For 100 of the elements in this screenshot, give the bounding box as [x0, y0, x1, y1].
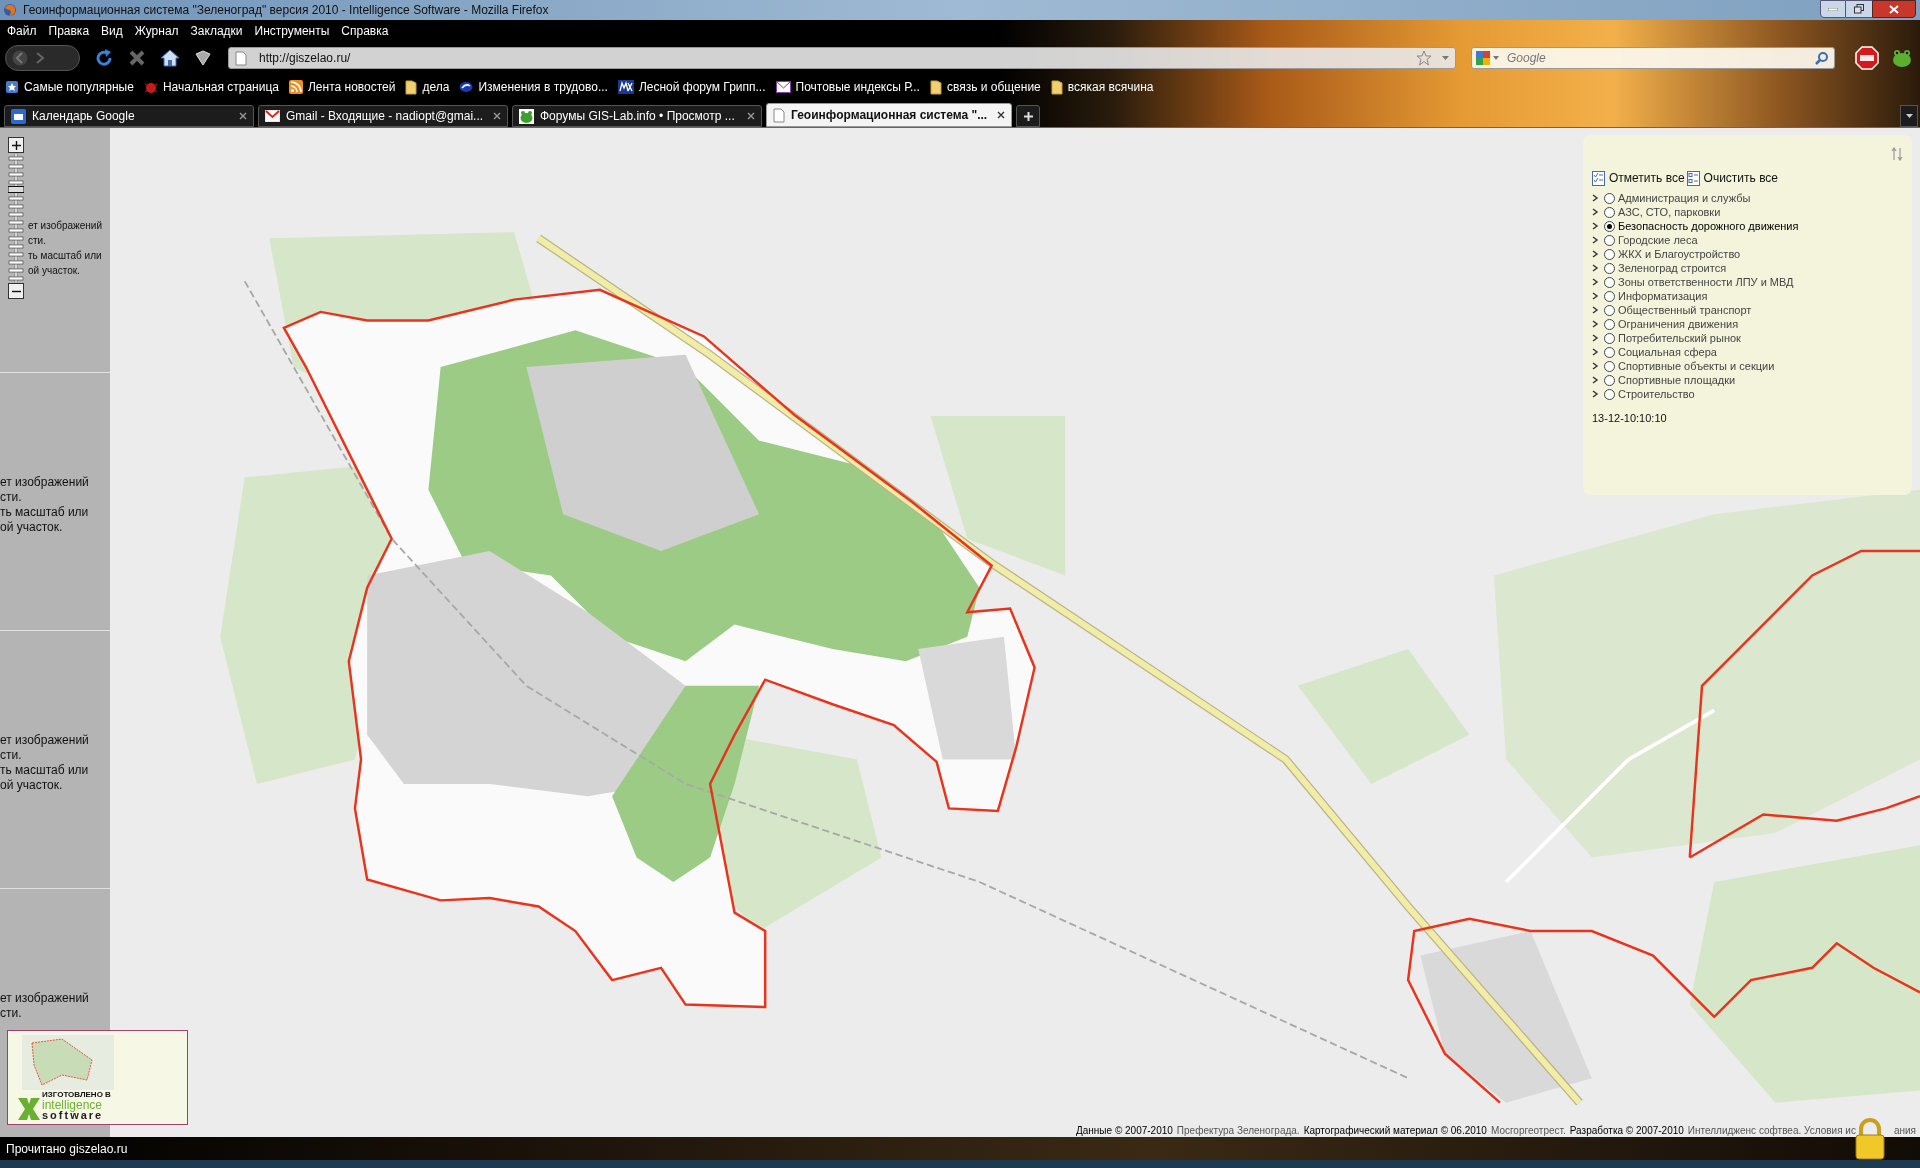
- radio-button[interactable]: [1604, 374, 1615, 386]
- tile-message-text: ть масштаб или: [0, 763, 90, 778]
- menu-item[interactable]: Правка: [48, 22, 90, 40]
- folder-icon: [1050, 79, 1063, 95]
- zoom-slider[interactable]: [8, 153, 24, 283]
- status-text: Прочитано giszelao.ru: [6, 1140, 128, 1158]
- bookmark-item[interactable]: Начальная страница: [143, 78, 279, 96]
- attribution-link[interactable]: Префектура Зеленограда.: [1176, 1123, 1300, 1138]
- page-icon: [773, 107, 785, 123]
- menu-item[interactable]: Закладки: [190, 22, 243, 40]
- padlock-icon[interactable]: [1854, 1118, 1886, 1160]
- bookmark-item[interactable]: Почтовые индексы Р...: [775, 78, 920, 96]
- menu-item[interactable]: Вид: [101, 22, 123, 40]
- browser-tab[interactable]: Gmail - Входящие - nadiopt@gmai...: [258, 105, 508, 127]
- dropdown-caret-icon[interactable]: [1493, 56, 1499, 60]
- radio-button[interactable]: [1604, 206, 1615, 218]
- attribution-link[interactable]: Интеллидженс софтвеа. Условия ис: [1687, 1123, 1856, 1138]
- radio-button[interactable]: [1604, 360, 1615, 372]
- star-icon[interactable]: [1416, 50, 1432, 66]
- zoom-in-button[interactable]: [8, 137, 24, 153]
- frog-icon: [519, 108, 534, 124]
- check-all-link[interactable]: Отметить все: [1609, 169, 1685, 187]
- tile-message-text: ет изображений: [0, 475, 90, 490]
- address-field[interactable]: http://giszelao.ru/: [228, 47, 1456, 69]
- bookmark-item[interactable]: Самые популярные: [5, 78, 134, 96]
- bookmark-item[interactable]: всякая всячина: [1050, 78, 1154, 96]
- radio-button[interactable]: [1604, 332, 1615, 344]
- restore-icon: [1854, 4, 1864, 14]
- clear-list-icon[interactable]: [1686, 170, 1700, 186]
- attribution-text: Картографический материал © 06.2010: [1303, 1124, 1487, 1138]
- radio-button[interactable]: [1604, 346, 1615, 358]
- radio-button[interactable]: [1604, 192, 1615, 204]
- radio-button[interactable]: [1604, 318, 1615, 330]
- tile-message-text: ть масштаб или: [0, 505, 90, 520]
- firefox-icon: [3, 3, 17, 17]
- search-icon[interactable]: [1815, 51, 1828, 65]
- bookmark-shield-icon[interactable]: [194, 49, 212, 67]
- close-icon: [1889, 4, 1899, 14]
- tab-list-button[interactable]: [1900, 105, 1918, 127]
- clear-all-link[interactable]: Очистить все: [1703, 169, 1779, 187]
- minimize-button[interactable]: [1820, 0, 1846, 18]
- checklist-icon[interactable]: [1592, 170, 1605, 186]
- bookmark-item[interactable]: связь и общение: [929, 78, 1041, 96]
- browser-tab[interactable]: Геоинформационная система "...: [766, 103, 1012, 127]
- menu-item[interactable]: Журнал: [134, 22, 179, 40]
- radio-button[interactable]: [1604, 234, 1615, 246]
- radio-button[interactable]: [1604, 248, 1615, 260]
- page-icon: [235, 50, 247, 66]
- calendar-icon: [11, 108, 26, 124]
- frog-icon[interactable]: [1891, 47, 1913, 69]
- close-button[interactable]: [1872, 0, 1916, 18]
- bookmark-item[interactable]: Лесной форум Грипп...: [617, 78, 766, 96]
- radio-button[interactable]: [1604, 388, 1615, 400]
- radio-button[interactable]: [1604, 276, 1615, 288]
- maximize-button[interactable]: [1846, 0, 1872, 18]
- bookmark-item[interactable]: Лента новостей: [289, 78, 396, 96]
- tile-message-text: ет изображений: [28, 219, 103, 233]
- radio-button[interactable]: [1604, 220, 1615, 232]
- new-tab-button[interactable]: [1016, 105, 1040, 127]
- swirl-icon: [459, 80, 474, 94]
- plus-icon: [11, 140, 21, 150]
- browser-tab[interactable]: Форумы GIS-Lab.info • Просмотр ...: [512, 105, 762, 127]
- close-icon[interactable]: [493, 112, 501, 120]
- caret-icon: [1905, 114, 1913, 118]
- bookmark-item[interactable]: Изменения в трудово...: [459, 78, 608, 96]
- logo-text: ИЗГОТОВЛЕНО В: [42, 1090, 111, 1100]
- menu-item[interactable]: Файл: [7, 22, 37, 40]
- zoom-out-button[interactable]: [8, 283, 24, 299]
- logo-text: intelligence: [42, 1100, 104, 1110]
- timestamp: 13-12-10:10:10: [1592, 411, 1668, 426]
- radio-button[interactable]: [1604, 262, 1615, 274]
- back-forward-button[interactable]: [5, 45, 80, 71]
- adblock-icon[interactable]: [1855, 46, 1879, 70]
- tile-message-text: ет изображений: [0, 733, 90, 748]
- menu-item[interactable]: Инструменты: [254, 22, 330, 40]
- close-icon[interactable]: [239, 112, 247, 120]
- mx-logo-icon: [617, 80, 634, 94]
- attribution-link[interactable]: ания: [1893, 1123, 1916, 1138]
- attribution-link[interactable]: Мосгоргеотрест.: [1490, 1123, 1566, 1138]
- menu-item[interactable]: Справка: [341, 22, 389, 40]
- bookmark-item[interactable]: дела: [405, 78, 450, 96]
- home-icon[interactable]: [160, 49, 180, 67]
- minimize-icon: [1828, 7, 1838, 11]
- rss-icon: [289, 80, 303, 94]
- close-icon[interactable]: [997, 111, 1005, 119]
- tile-message-text: сти.: [0, 748, 23, 763]
- stop-icon[interactable]: [128, 49, 146, 67]
- radio-button[interactable]: [1604, 304, 1615, 316]
- overview-map[interactable]: ИЗГОТОВЛЕНО В intelligence software: [7, 1030, 188, 1125]
- radio-button[interactable]: [1604, 290, 1615, 302]
- close-icon[interactable]: [747, 112, 755, 120]
- slider-thumb[interactable]: [8, 186, 24, 193]
- browser-tab[interactable]: Календарь Google: [4, 105, 254, 127]
- cross-logo-icon: [18, 1098, 40, 1120]
- dropdown-caret-icon[interactable]: [1442, 56, 1449, 60]
- reload-icon[interactable]: [94, 48, 114, 68]
- search-field[interactable]: Google: [1471, 47, 1835, 69]
- attribution-text: Данные © 2007-2010: [1076, 1124, 1173, 1138]
- tile-message-text: ет изображений: [0, 991, 90, 1006]
- search-input[interactable]: Google: [1507, 49, 1815, 67]
